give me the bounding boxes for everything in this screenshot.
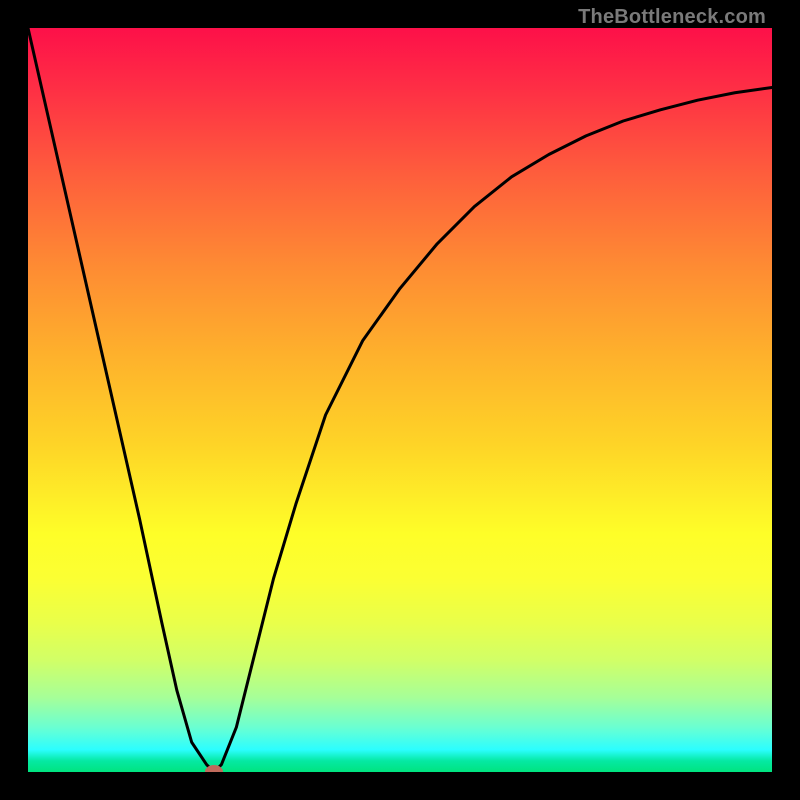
attribution-text: TheBottleneck.com (578, 6, 766, 29)
plot-background (28, 28, 772, 772)
chart-container: TheBottleneck.com (0, 0, 800, 800)
